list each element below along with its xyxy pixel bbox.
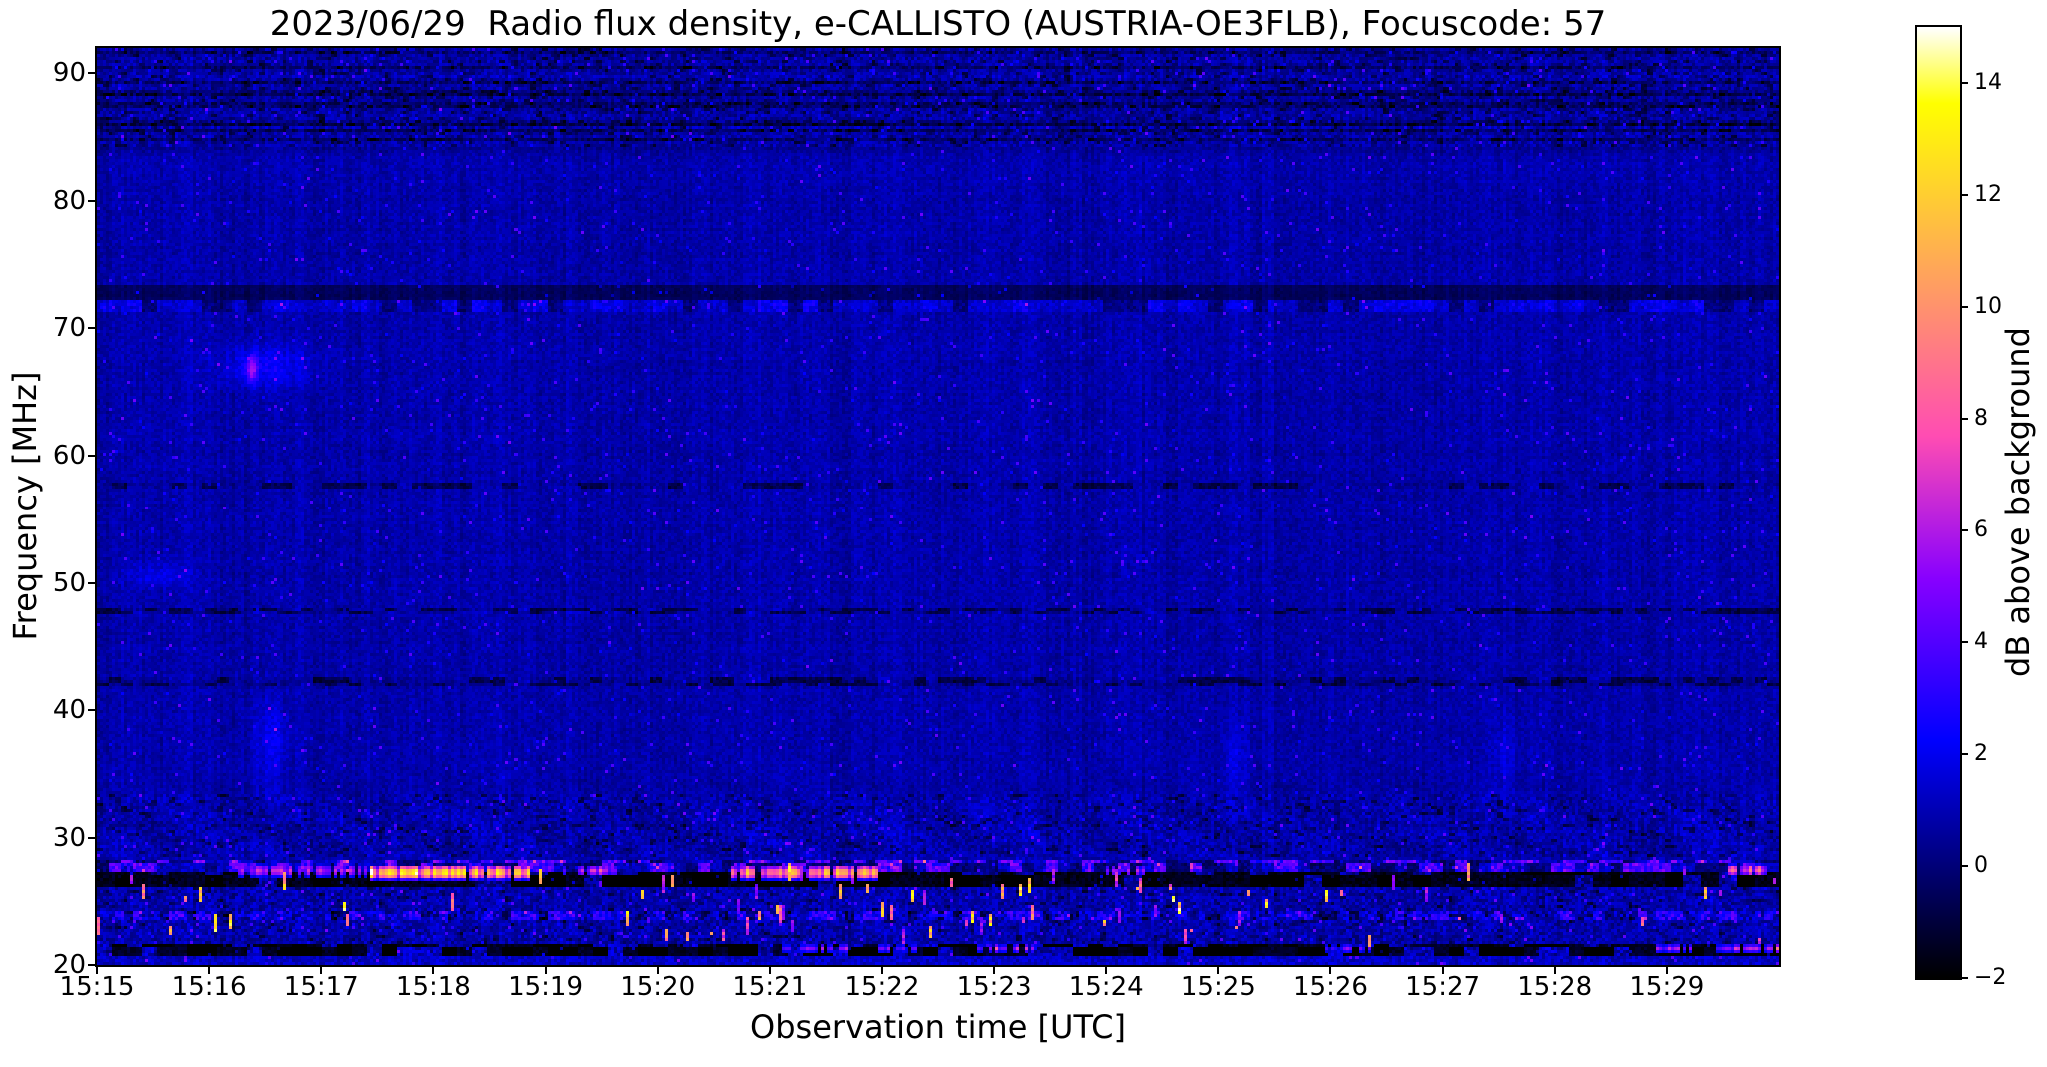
y-tick-label: 20 <box>52 950 86 980</box>
colorbar-label: dB above background <box>1999 327 2037 677</box>
colorbar-tick-mark <box>1960 529 1968 532</box>
y-tick-mark <box>88 964 97 966</box>
colorbar-tick-label: 2 <box>1974 741 1988 767</box>
y-tick-mark <box>88 199 97 202</box>
chart-title: 2023/06/29 Radio flux density, e-CALLIST… <box>269 4 1607 44</box>
y-axis-label: Frequency [MHz] <box>6 371 44 641</box>
y-tick-label: 70 <box>52 313 86 344</box>
y-tick-label: 40 <box>52 695 86 726</box>
colorbar-tick-mark <box>1960 81 1968 84</box>
spectrogram-figure: 2023/06/29 Radio flux density, e-CALLIST… <box>0 0 2047 1067</box>
y-tick-mark <box>88 327 97 330</box>
x-axis-label: Observation time [UTC] <box>750 1008 1126 1046</box>
y-tick-mark <box>88 454 97 457</box>
spectrogram-canvas <box>97 48 1779 965</box>
colorbar-tick-mark <box>1960 305 1968 308</box>
colorbar-gradient <box>1917 27 1960 978</box>
y-tick-label: 80 <box>52 185 86 216</box>
colorbar-tick-label: 6 <box>1974 517 1988 543</box>
y-tick-label: 90 <box>52 58 86 89</box>
colorbar-tick-label: 0 <box>1974 853 1988 879</box>
y-tick-label: 30 <box>52 822 86 853</box>
colorbar-tick-label: 4 <box>1974 629 1988 655</box>
colorbar-tick-mark <box>1960 417 1968 420</box>
y-tick-label: 50 <box>52 567 86 598</box>
colorbar-tick-label: 10 <box>1974 293 2002 319</box>
y-tick-mark <box>88 836 97 839</box>
colorbar-tick-mark <box>1960 193 1968 196</box>
colorbar-tick-mark <box>1960 753 1968 756</box>
colorbar-tick-mark <box>1960 641 1968 644</box>
colorbar-tick-label: 8 <box>1974 405 1988 431</box>
colorbar-tick-mark <box>1960 865 1968 868</box>
y-tick-label: 60 <box>52 440 86 471</box>
colorbar-tick-label: 14 <box>1974 69 2002 95</box>
colorbar-tick-label: 12 <box>1974 181 2002 207</box>
y-tick-mark <box>88 581 97 584</box>
y-tick-mark <box>88 709 97 712</box>
colorbar-tick-label: −2 <box>1974 965 2007 990</box>
y-tick-mark <box>88 72 97 75</box>
colorbar-tick-mark <box>1960 977 1968 979</box>
x-tick-label: 15:29 <box>1629 972 1705 1002</box>
